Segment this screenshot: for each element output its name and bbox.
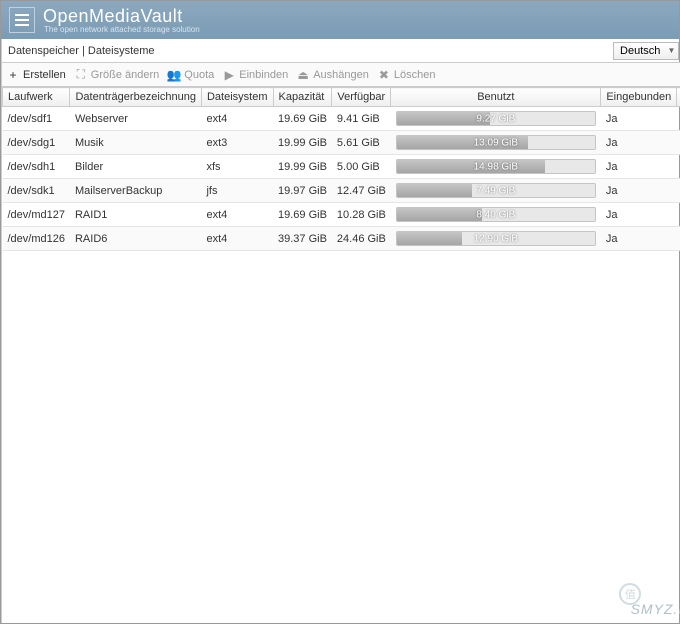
table-row[interactable]: /dev/md126RAID6ext439.37 GiB24.46 GiB12.… — [3, 227, 680, 251]
mount-button[interactable]: ▶Einbinden — [222, 68, 288, 82]
usage-bar: 12.90 GiB — [396, 231, 596, 246]
toolbar: +Erstellen ⛶Größe ändern 👥Quota ▶Einbind… — [2, 63, 680, 87]
filesystem-grid[interactable]: Laufwerk Datenträgerbezeichnung Dateisys… — [2, 87, 680, 623]
col-label[interactable]: Datenträgerbezeichnung — [70, 88, 201, 107]
plus-icon: + — [6, 68, 20, 82]
table-row[interactable]: /dev/sdk1MailserverBackupjfs19.97 GiB12.… — [3, 179, 680, 203]
table-row[interactable]: /dev/md127RAID1ext419.69 GiB10.28 GiB8.4… — [3, 203, 680, 227]
usage-bar: 7.49 GiB — [396, 183, 596, 198]
language-select[interactable]: Deutsch — [613, 42, 679, 60]
table-row[interactable]: /dev/sdg1Musikext319.99 GiB5.61 GiB13.09… — [3, 131, 680, 155]
col-used[interactable]: Benutzt — [391, 88, 601, 107]
col-mounted[interactable]: Eingebunden — [601, 88, 677, 107]
usage-bar: 14.98 GiB — [396, 159, 596, 174]
table-row[interactable]: /dev/sdf1Webserverext419.69 GiB9.41 GiB9… — [3, 107, 680, 131]
delete-icon: ✖ — [377, 68, 391, 82]
breadcrumb: Datenspeicher | Dateisysteme — [8, 45, 613, 57]
quota-icon: 👥 — [167, 68, 181, 82]
col-available[interactable]: Verfügbar — [332, 88, 391, 107]
delete-button[interactable]: ✖Löschen — [377, 68, 436, 82]
resize-icon: ⛶ — [74, 68, 88, 82]
usage-bar: 9.27 GiB — [396, 111, 596, 126]
table-row[interactable]: /dev/sdh1Bilderxfs19.99 GiB5.00 GiB14.98… — [3, 155, 680, 179]
resize-button[interactable]: ⛶Größe ändern — [74, 68, 159, 82]
eject-icon: ⏏ — [296, 68, 310, 82]
col-capacity[interactable]: Kapazität — [273, 88, 332, 107]
app-header: OpenMediaVault The open network attached… — [1, 1, 679, 39]
usage-bar: 8.40 GiB — [396, 207, 596, 222]
play-icon: ▶ — [222, 68, 236, 82]
usage-bar: 13.09 GiB — [396, 135, 596, 150]
logo: OpenMediaVault The open network attached… — [43, 6, 200, 34]
menu-button[interactable] — [9, 7, 35, 33]
quota-button[interactable]: 👥Quota — [167, 68, 214, 82]
create-button[interactable]: +Erstellen — [6, 68, 66, 82]
unmount-button[interactable]: ⏏Aushängen — [296, 68, 369, 82]
col-device[interactable]: Laufwerk — [3, 88, 70, 107]
watermark: SMYZ.NET — [631, 601, 680, 617]
content: Datenspeicher | Dateisysteme Deutsch +Er… — [2, 39, 680, 623]
col-fs[interactable]: Dateisystem — [201, 88, 273, 107]
